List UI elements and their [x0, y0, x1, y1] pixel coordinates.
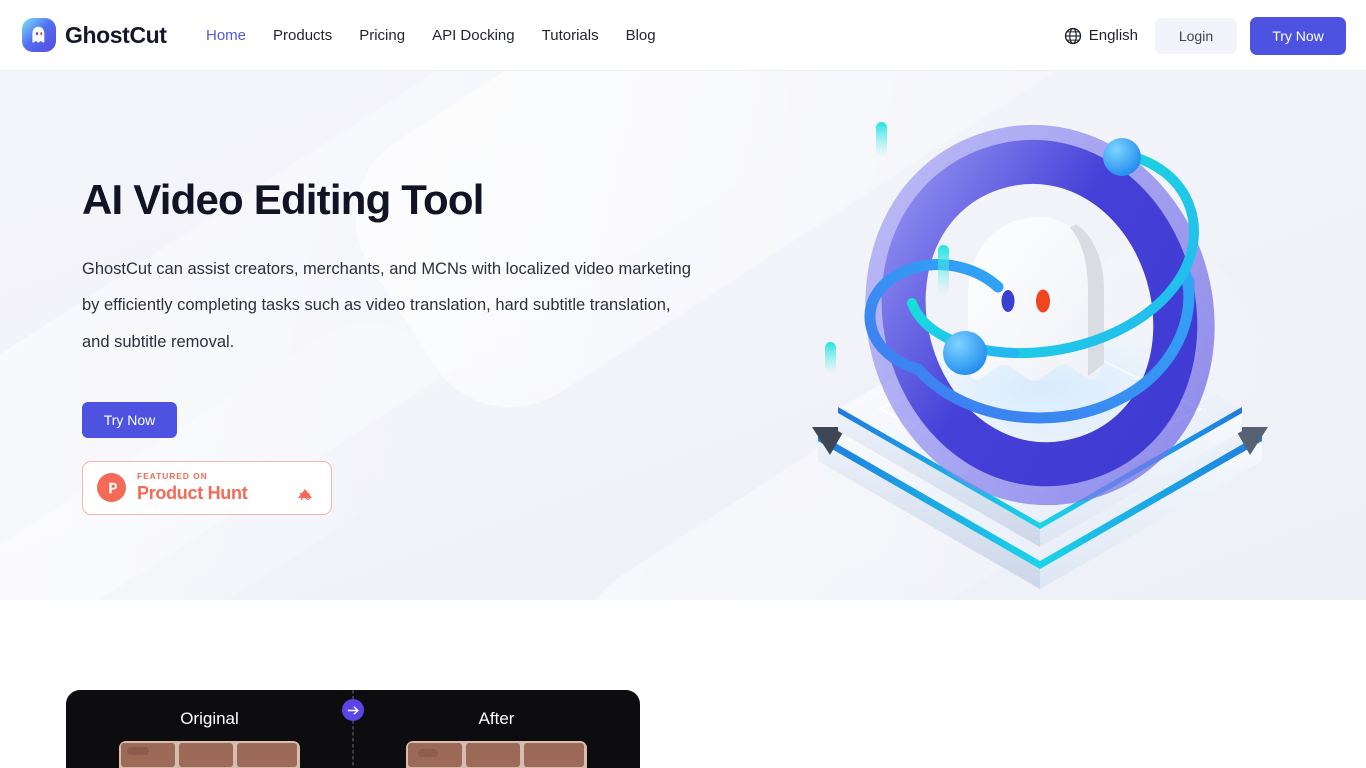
product-hunt-featured-label: FEATURED ON [137, 471, 208, 482]
language-label: English [1088, 27, 1138, 44]
product-hunt-vote-count: 70 [299, 492, 311, 504]
comparison-card: Original After [66, 690, 640, 768]
try-now-button-hero[interactable]: Try Now [82, 401, 177, 438]
language-selector[interactable]: English [1064, 27, 1142, 45]
ghost-logo-icon [22, 18, 56, 52]
nav-item-products[interactable]: Products [273, 0, 332, 71]
site-header: GhostCut Home Products Pricing API Docki… [0, 0, 1366, 71]
product-hunt-text: FEATURED ON Product Hunt [137, 472, 293, 503]
brand-logo[interactable]: GhostCut [22, 18, 167, 52]
showcase-section: Original After [0, 600, 1366, 768]
thumbnail-after-wrap [353, 741, 640, 768]
nav-item-blog[interactable]: Blog [626, 0, 656, 71]
header-actions: English Login Try Now [1064, 0, 1346, 71]
thumbnail-original[interactable] [119, 741, 300, 768]
login-button[interactable]: Login [1155, 17, 1237, 54]
hero-title: AI Video Editing Tool [82, 176, 484, 223]
arrow-right-icon[interactable] [342, 699, 364, 721]
globe-icon [1064, 27, 1082, 45]
nav-item-tutorials[interactable]: Tutorials [542, 0, 599, 71]
nav-item-pricing[interactable]: Pricing [359, 0, 405, 71]
product-hunt-name: Product Hunt [137, 482, 248, 503]
hero-section: AI Video Editing Tool GhostCut can assis… [0, 71, 1366, 600]
brand-name: GhostCut [65, 21, 167, 48]
hero-description: GhostCut can assist creators, merchants,… [82, 260, 691, 351]
ghost-platform-illustration [800, 117, 1280, 597]
nav-item-api-docking[interactable]: API Docking [432, 0, 515, 71]
product-hunt-icon [97, 473, 126, 503]
main-nav: Home Products Pricing API Docking Tutori… [206, 0, 656, 71]
product-hunt-badge[interactable]: FEATURED ON Product Hunt 70 [82, 460, 332, 515]
nav-item-home[interactable]: Home [206, 0, 246, 71]
product-hunt-votes: 70 [293, 472, 317, 503]
thumbnail-original-wrap [66, 741, 353, 768]
comparison-after-label: After [478, 709, 515, 728]
try-now-button-header[interactable]: Try Now [1250, 16, 1346, 55]
thumbnail-after[interactable] [406, 741, 587, 768]
comparison-original-label: Original [180, 709, 239, 728]
hero-copy: AI Video Editing Tool GhostCut can assis… [82, 176, 702, 515]
